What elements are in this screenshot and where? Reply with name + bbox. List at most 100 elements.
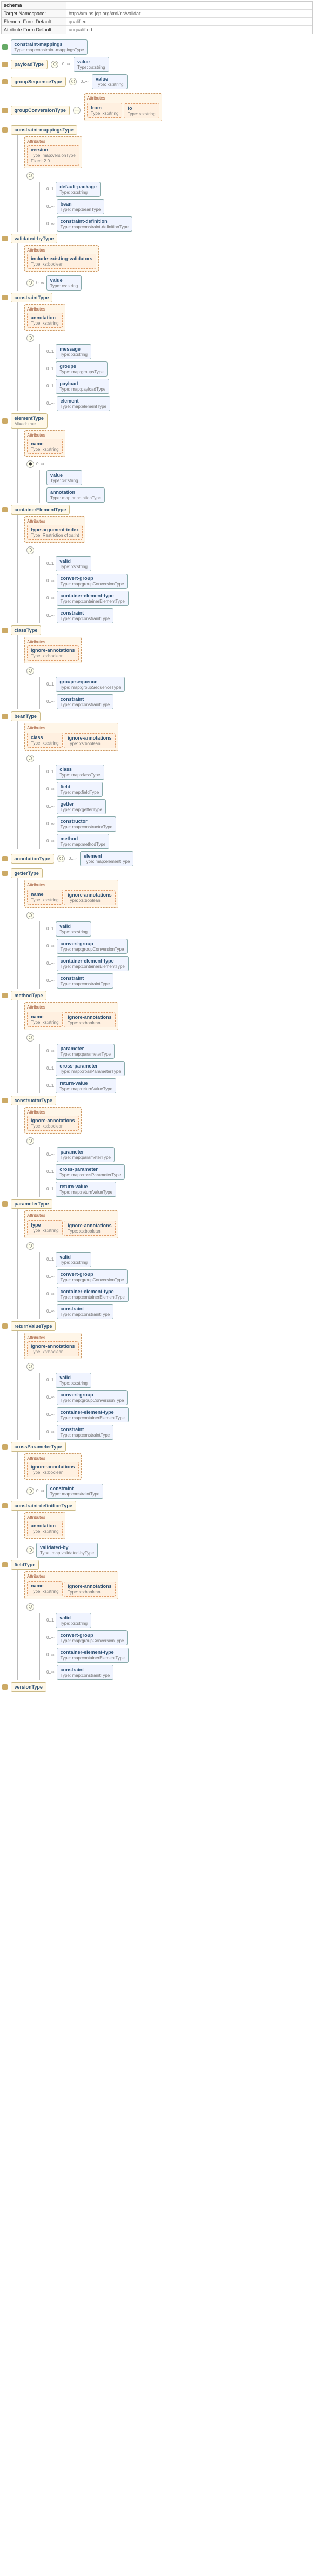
cp-constraint[interactable]: constraintType: map:constraintType [46, 1484, 104, 1499]
cet-valid[interactable]: validType: xs:string [56, 556, 91, 571]
pt-cet[interactable]: container-element-typeType: map:containe… [57, 1287, 129, 1302]
attributes-group: Attributes annotationType: xs:string [24, 304, 65, 331]
ft-cg[interactable]: convert-groupType: map:groupConversionTy… [57, 1630, 128, 1645]
gt-constraint[interactable]: constraintType: map:constraintType [57, 973, 114, 989]
element-element[interactable]: elementType: map:elementType [57, 396, 110, 411]
cross-parameter-type[interactable]: crossParameterType [11, 1442, 66, 1452]
type-icon [2, 993, 8, 998]
name-attr[interactable]: nameType: xs:string [27, 439, 63, 454]
parameter-type[interactable]: parameterType [11, 1199, 53, 1209]
ia-attr[interactable]: ignore-annotationsType: xs:boolean [64, 890, 116, 905]
tai-attr[interactable]: type-argument-indexType: Restriction of … [27, 525, 83, 540]
pt-cg[interactable]: convert-groupType: map:groupConversionTy… [57, 1269, 128, 1284]
method-type[interactable]: methodType [11, 991, 47, 1000]
type-icon [2, 1684, 8, 1690]
version-type[interactable]: versionType [11, 1682, 46, 1692]
vb-value[interactable]: valueType: xs:string [46, 275, 82, 291]
annotation-type[interactable]: annotationType [11, 854, 54, 864]
attributes-group: Attributes include-existing-validatorsTy… [24, 245, 99, 272]
version-attr[interactable]: versionType: map:versionTypeFixed: 2.0 [27, 145, 79, 166]
et-value[interactable]: valueType: xs:string [46, 470, 82, 485]
iev-attr[interactable]: include-existing-validatorsType: xs:bool… [27, 254, 96, 269]
field-type[interactable]: fieldType [11, 1560, 39, 1570]
container-element-type[interactable]: containerElementType [11, 505, 70, 515]
bt-method[interactable]: methodType: map:methodType [57, 834, 110, 849]
ia-attr[interactable]: ignore-annotationsType: xs:boolean [27, 1341, 79, 1356]
ft-valid[interactable]: validType: xs:string [56, 1613, 91, 1628]
type-icon [2, 1323, 8, 1329]
et-annotation[interactable]: annotationType: map:annotationType [46, 487, 105, 503]
mt-cp[interactable]: cross-parameterType: map:crossParameterT… [56, 1061, 124, 1076]
ia-attr[interactable]: ignore-annotationsType: xs:boolean [27, 1116, 79, 1131]
type-attr[interactable]: typeType: xs:string [27, 1220, 63, 1235]
default-package-element[interactable]: default-packageType: xs:string [56, 182, 101, 197]
ft-cet[interactable]: container-element-typeType: map:containe… [57, 1648, 129, 1663]
constraint-def-element[interactable]: constraint-definitionType: map:constrain… [57, 216, 132, 232]
payload-value[interactable]: valueType: xs:string [74, 57, 109, 72]
bean-element[interactable]: beanType: map:beanType [57, 199, 105, 214]
ia-attr[interactable]: ignore-annotationsType: xs:boolean [27, 1462, 79, 1477]
payload-element[interactable]: payloadType: map:payloadType [56, 379, 109, 394]
getter-type[interactable]: getterType [11, 868, 43, 878]
mt-rv[interactable]: return-valueType: map:returnValueType [56, 1078, 116, 1093]
rv-valid[interactable]: validType: xs:string [56, 1373, 91, 1388]
to-attr[interactable]: toType: xs:string [124, 103, 159, 118]
name-attr[interactable]: nameType: xs:string [27, 1581, 63, 1596]
pt-constraint[interactable]: constraintType: map:constraintType [57, 1304, 114, 1319]
constraint-mappings-type[interactable]: constraint-mappingsType [11, 125, 77, 135]
cet-cg[interactable]: convert-groupType: map:groupConversionTy… [57, 574, 128, 589]
attributes-group: Attributes type-argument-indexType: Rest… [24, 516, 85, 543]
from-attr[interactable]: fromType: xs:string [87, 103, 123, 118]
ia-attr[interactable]: ignore-annotationsType: xs:boolean [27, 645, 79, 661]
message-element[interactable]: messageType: xs:string [56, 344, 91, 359]
rv-constraint[interactable]: constraintType: map:constraintType [57, 1425, 114, 1440]
validated-by-type[interactable]: validated-byType [11, 234, 58, 243]
group-conversion-type[interactable]: groupConversionType [11, 106, 70, 115]
mt-param[interactable]: parameterType: map:parameterType [57, 1044, 115, 1059]
cd-vb[interactable]: validated-byType: map:validated-byType [36, 1543, 98, 1558]
annotation-attr[interactable]: annotationType: xs:string [27, 313, 63, 328]
bt-ctor[interactable]: constructorType: map:constructorType [57, 816, 117, 832]
ct-constraint[interactable]: constraintType: map:constraintType [57, 694, 114, 709]
root-element[interactable]: constraint-mappingsType: map:constraint-… [11, 39, 88, 55]
constraint-type[interactable]: constraintType [11, 293, 53, 302]
group-sequence-type[interactable]: groupSequenceType [11, 77, 66, 87]
type-icon [2, 871, 8, 876]
rv-cet[interactable]: container-element-typeType: map:containe… [57, 1407, 129, 1422]
class-type[interactable]: classType [11, 625, 42, 635]
cet-constraint[interactable]: constraintType: map:constraintType [57, 608, 114, 623]
ct-gs[interactable]: group-sequenceType: map:groupSequenceTyp… [56, 677, 124, 692]
ia-attr[interactable]: ignore-annotationsType: xs:boolean [64, 1221, 116, 1236]
bt-getter[interactable]: getterType: map:getterType [57, 799, 106, 814]
gt-cg[interactable]: convert-groupType: map:groupConversionTy… [57, 939, 128, 954]
ctor-param[interactable]: parameterType: map:parameterType [57, 1147, 115, 1162]
name-attr[interactable]: nameType: xs:string [27, 890, 63, 905]
gt-valid[interactable]: validType: xs:string [56, 921, 91, 937]
constructor-type[interactable]: constructorType [11, 1096, 56, 1105]
gt-cet[interactable]: container-element-typeType: map:containe… [57, 956, 129, 971]
annotation-attr[interactable]: annotationType: xs:string [27, 1521, 63, 1536]
at-element[interactable]: elementType: map:elementType [80, 851, 133, 866]
bt-field[interactable]: fieldType: map:fieldType [57, 782, 103, 797]
ia-attr[interactable]: ignore-annotationsType: xs:boolean [64, 1012, 116, 1027]
cet-cet[interactable]: container-element-typeType: map:containe… [57, 591, 129, 606]
ft-constraint[interactable]: constraintType: map:constraintType [57, 1665, 114, 1680]
constraint-definition-type[interactable]: constraint-definitionType [11, 1501, 76, 1511]
name-attr[interactable]: nameType: xs:string [27, 1012, 63, 1027]
ia-attr[interactable]: ignore-annotationsType: xs:boolean [64, 1582, 116, 1597]
element-type[interactable]: elementTypeMixed: true [11, 413, 48, 429]
attributes-group: Attributes nameType: xs:string ignore-an… [24, 1002, 118, 1030]
type-icon [2, 714, 8, 719]
ctor-cp[interactable]: cross-parameterType: map:crossParameterT… [56, 1164, 124, 1180]
rv-cg[interactable]: convert-groupType: map:groupConversionTy… [57, 1390, 128, 1405]
groups-element[interactable]: groupsType: map:groupsType [56, 361, 107, 377]
ia-attr[interactable]: ignore-annotationsType: xs:boolean [64, 733, 116, 748]
payload-type[interactable]: payloadType [11, 60, 48, 69]
return-value-type[interactable]: returnValueType [11, 1321, 56, 1331]
bt-class[interactable]: classType: map:classType [56, 765, 104, 780]
bean-type[interactable]: beanType [11, 711, 41, 721]
groupseq-value[interactable]: valueType: xs:string [92, 74, 128, 89]
ctor-rv[interactable]: return-valueType: map:returnValueType [56, 1182, 116, 1197]
pt-valid[interactable]: validType: xs:string [56, 1252, 91, 1267]
class-attr[interactable]: classType: xs:string [27, 733, 63, 748]
